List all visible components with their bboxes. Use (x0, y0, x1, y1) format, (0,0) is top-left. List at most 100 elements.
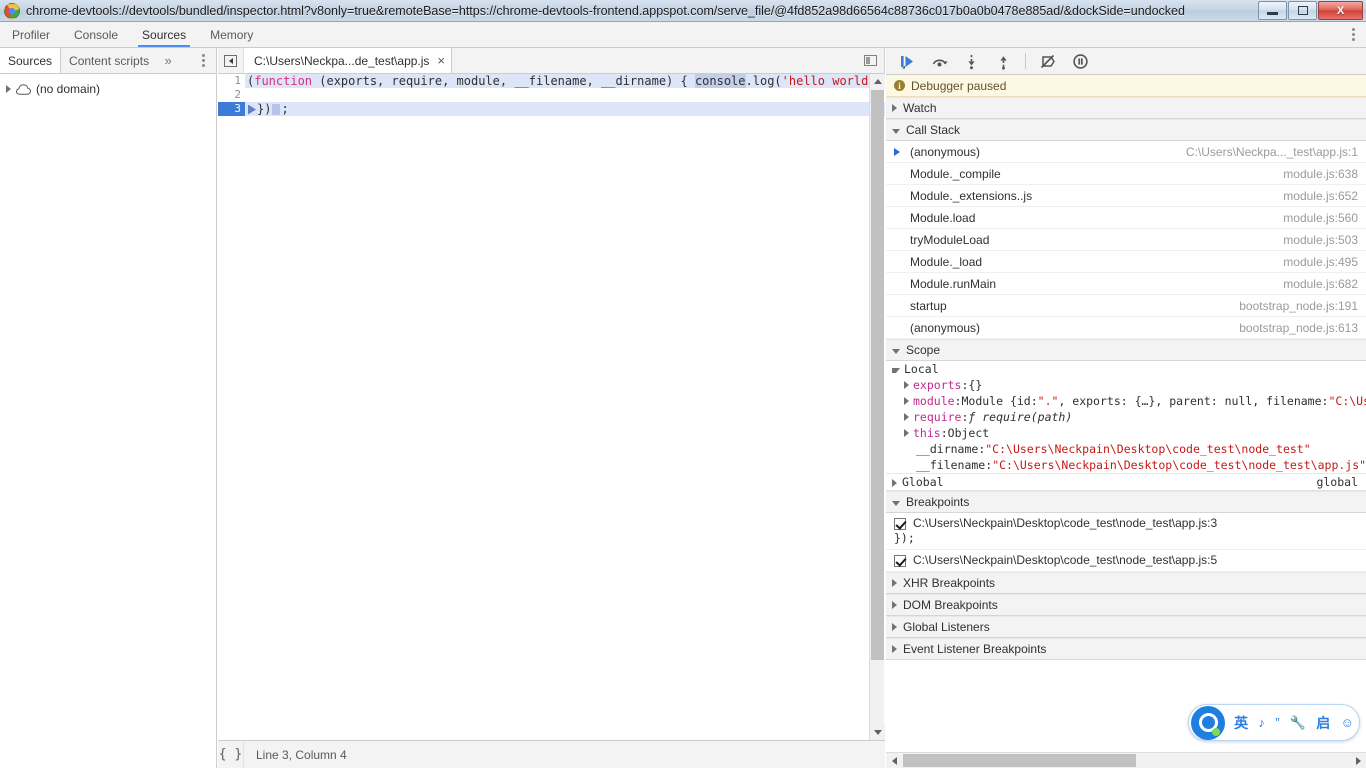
devtools-main-menu-button[interactable] (1340, 22, 1366, 47)
scroll-up-button[interactable] (870, 74, 885, 89)
line-number[interactable]: 3 (218, 102, 245, 116)
call-stack-row[interactable]: startup bootstrap_node.js:191 (886, 295, 1366, 317)
scope-property-name: require (913, 410, 962, 424)
breakpoint-checkbox[interactable] (894, 518, 906, 530)
breakpoint-item[interactable]: C:\Users\Neckpain\Desktop\code_test\node… (886, 513, 1366, 550)
call-stack-row[interactable]: (anonymous) C:\Users\Neckpa..._test\app.… (886, 141, 1366, 163)
ime-moon-glyph: ♪ (1258, 715, 1265, 730)
code-line[interactable]: 2 (218, 88, 885, 102)
call-stack-row[interactable]: Module.runMain module.js:682 (886, 273, 1366, 295)
scope-property-dirname[interactable]: __dirname: "C:\Users\Neckpain\Desktop\co… (886, 441, 1366, 457)
nav-tab-content-scripts[interactable]: Content scripts (61, 48, 157, 73)
debugger-horizontal-scrollbar[interactable] (886, 752, 1366, 768)
section-xhr-breakpoints[interactable]: XHR Breakpoints (886, 572, 1366, 594)
scope-global-node[interactable]: Global global (886, 473, 1366, 491)
chevron-down-icon (892, 348, 900, 354)
scope-property-name: this (913, 426, 941, 440)
call-stack-row[interactable]: (anonymous) bootstrap_node.js:613 (886, 317, 1366, 339)
scope-property-filename[interactable]: __filename: "C:\Users\Neckpain\Desktop\c… (886, 457, 1366, 473)
tree-item-no-domain[interactable]: (no domain) (0, 80, 216, 98)
editor-vertical-scrollbar[interactable] (869, 74, 885, 740)
call-stack-row[interactable]: Module.load module.js:560 (886, 207, 1366, 229)
scope-local-node[interactable]: Local (886, 361, 1366, 377)
breakpoint-code-snippet: }); (894, 531, 915, 545)
ime-moon-icon[interactable]: ♪ (1253, 705, 1270, 740)
ime-toolbox-icon[interactable]: 🔧 (1285, 705, 1311, 740)
scroll-left-button[interactable] (886, 753, 902, 768)
tab-memory[interactable]: Memory (198, 22, 265, 47)
step-out-button[interactable] (990, 49, 1016, 73)
nav-tab-sources[interactable]: Sources (0, 48, 62, 73)
chevron-right-icon[interactable] (892, 478, 897, 487)
chevron-right-icon[interactable] (904, 429, 909, 437)
call-stack-row[interactable]: Module._extensions..js module.js:652 (886, 185, 1366, 207)
section-watch[interactable]: Watch (886, 97, 1366, 119)
chevron-right-icon[interactable] (904, 413, 909, 421)
code-line-text[interactable] (245, 88, 885, 102)
editor-file-tab-appjs[interactable]: C:\Users\Neckpa...de_test\app.js × (244, 48, 453, 73)
section-event-listener-breakpoints[interactable]: Event Listener Breakpoints (886, 638, 1366, 660)
breakpoint-row[interactable]: C:\Users\Neckpain\Desktop\code_test\node… (886, 550, 1366, 568)
code-line-executing[interactable]: 3 }); (218, 102, 885, 116)
section-call-stack[interactable]: Call Stack (886, 119, 1366, 141)
minimize-icon (1267, 12, 1278, 15)
chevron-right-icon[interactable] (904, 397, 909, 405)
chevron-right-icon[interactable] (6, 85, 11, 93)
call-stack-row[interactable]: Module._compile module.js:638 (886, 163, 1366, 185)
code-line-text[interactable]: }); (245, 102, 885, 116)
section-scope[interactable]: Scope (886, 339, 1366, 361)
scope-property-require[interactable]: require: ƒ require(path) (886, 409, 1366, 425)
code-token: }) (257, 102, 272, 116)
section-dom-breakpoints[interactable]: DOM Breakpoints (886, 594, 1366, 616)
line-number[interactable]: 2 (218, 88, 245, 102)
qq-pinyin-logo-icon[interactable] (1191, 705, 1225, 740)
step-over-button[interactable] (926, 49, 952, 73)
collapse-sidebar-button[interactable] (218, 48, 244, 73)
step-into-button[interactable] (958, 49, 984, 73)
code-line[interactable]: 1 (function (exports, require, module, _… (218, 74, 885, 88)
scope-property-exports[interactable]: exports: {} (886, 377, 1366, 393)
scope-property-name: __filename (916, 458, 986, 472)
code-line-text[interactable]: (function (exports, require, module, __f… (245, 74, 885, 88)
scope-property-module[interactable]: module: Module {id: ".", exports: {…}, p… (886, 393, 1366, 409)
breakpoint-checkbox[interactable] (894, 555, 906, 567)
call-stack-row[interactable]: Module._load module.js:495 (886, 251, 1366, 273)
section-global-listeners[interactable]: Global Listeners (886, 616, 1366, 638)
navigator-overflow-button[interactable]: » (157, 48, 179, 73)
kebab-menu-icon (1351, 28, 1355, 31)
deactivate-breakpoints-button[interactable] (1035, 49, 1061, 73)
scrollbar-thumb[interactable] (871, 90, 884, 660)
chrome-logo-icon (4, 2, 20, 19)
section-global-listeners-label: Global Listeners (903, 620, 990, 634)
show-navigator-button[interactable] (856, 48, 884, 73)
ime-start-icon[interactable]: 启 (1311, 705, 1335, 740)
minimize-button[interactable] (1258, 1, 1287, 20)
scroll-right-button[interactable] (1350, 753, 1366, 768)
call-stack-row[interactable]: tryModuleLoad module.js:503 (886, 229, 1366, 251)
close-button[interactable]: X (1318, 1, 1363, 20)
scrollbar-thumb[interactable] (903, 754, 1136, 767)
navigator-menu-button[interactable] (190, 48, 216, 73)
pretty-print-button[interactable]: { } (218, 741, 244, 768)
scope-property-this[interactable]: this: Object (886, 425, 1366, 441)
fold-marker-icon (272, 104, 281, 115)
tab-profiler[interactable]: Profiler (0, 22, 62, 47)
resume-script-execution-button[interactable] (894, 49, 920, 73)
ime-punctuation-icon[interactable]: ” (1270, 705, 1285, 740)
chevron-right-icon[interactable] (904, 381, 909, 389)
scroll-down-button[interactable] (870, 725, 885, 740)
ime-language-mode[interactable]: 英 (1229, 705, 1253, 740)
tab-sources[interactable]: Sources (130, 22, 198, 47)
section-breakpoints[interactable]: Breakpoints (886, 491, 1366, 513)
tab-console[interactable]: Console (62, 22, 130, 47)
maximize-button[interactable] (1288, 1, 1317, 20)
breakpoint-item[interactable]: C:\Users\Neckpain\Desktop\code_test\node… (886, 550, 1366, 572)
ime-floating-toolbar[interactable]: 英 ♪ ” 🔧 启 ☺ (1188, 704, 1360, 741)
pause-on-exceptions-button[interactable] (1067, 49, 1093, 73)
code-editor[interactable]: 1 (function (exports, require, module, _… (218, 74, 885, 740)
ime-smiley-icon[interactable]: ☺ (1335, 705, 1359, 740)
close-icon[interactable]: × (437, 54, 445, 67)
line-number[interactable]: 1 (218, 74, 245, 88)
section-scope-label: Scope (906, 343, 941, 357)
breakpoint-row[interactable]: C:\Users\Neckpain\Desktop\code_test\node… (886, 513, 1366, 531)
